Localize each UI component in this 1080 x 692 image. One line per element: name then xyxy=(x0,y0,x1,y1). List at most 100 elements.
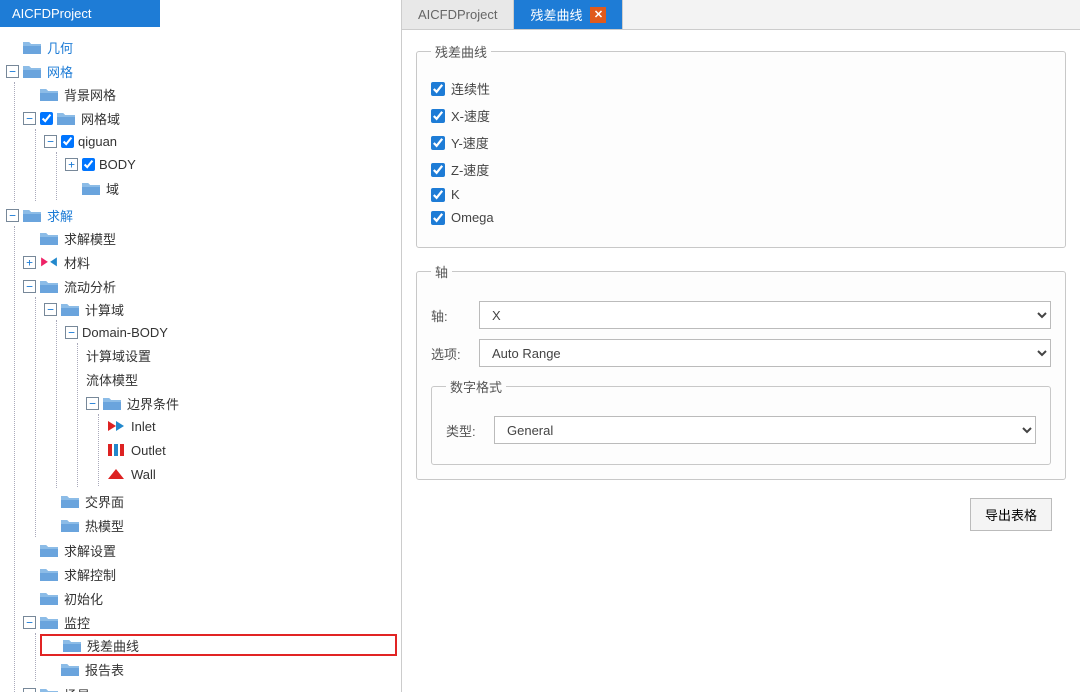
tree-node-geometry[interactable]: 几何 xyxy=(2,36,397,58)
collapse-icon[interactable]: − xyxy=(6,209,19,222)
group-legend: 残差曲线 xyxy=(431,42,491,61)
tree-node-mesh-domain[interactable]: − 网格域 xyxy=(23,107,397,129)
tree-label: 求解控制 xyxy=(64,565,116,584)
tree-node-fluid-model[interactable]: 流体模型 xyxy=(86,368,397,390)
tree-node-solve-control[interactable]: 求解控制 xyxy=(23,563,397,585)
tree-checkbox[interactable] xyxy=(40,112,53,125)
type-select[interactable]: General xyxy=(494,416,1036,444)
tree-node-residual-curve[interactable]: 残差曲线 xyxy=(40,634,397,656)
export-table-button[interactable]: 导出表格 xyxy=(970,498,1052,531)
tree-label: Wall xyxy=(131,467,156,482)
checkbox-k[interactable] xyxy=(431,188,445,202)
tree-label: Domain-BODY xyxy=(82,325,168,340)
axis-select[interactable]: X xyxy=(479,301,1051,329)
tree-node-interface[interactable]: 交界面 xyxy=(44,490,397,512)
content-panel: AICFDProject 残差曲线 ✕ 残差曲线 连续性 X-速度 Y-速度 Z… xyxy=(402,0,1080,692)
tree-label: 域 xyxy=(106,179,119,198)
tree-node-report-table[interactable]: 报告表 xyxy=(44,658,397,680)
option-select[interactable]: Auto Range xyxy=(479,339,1051,367)
tree-node-outlet[interactable]: Outlet xyxy=(107,439,397,461)
tree-node-domain-body[interactable]: − Domain-BODY xyxy=(65,321,397,343)
tree-label: 流体模型 xyxy=(86,370,138,389)
tree-node-thermal-model[interactable]: 热模型 xyxy=(44,514,397,536)
tree-label: 网格域 xyxy=(81,109,120,128)
checkbox-label: K xyxy=(451,187,460,202)
tree-node-qiguan[interactable]: − qiguan xyxy=(44,130,397,152)
tree-label: 网格 xyxy=(47,62,73,81)
collapse-icon[interactable]: − xyxy=(65,326,78,339)
folder-icon xyxy=(40,687,58,692)
tab-label: 残差曲线 xyxy=(530,5,582,24)
folder-icon xyxy=(57,111,75,125)
tree-node-inlet[interactable]: Inlet xyxy=(107,415,397,437)
checkbox-x-velocity[interactable] xyxy=(431,109,445,123)
tab-residual-curve[interactable]: 残差曲线 ✕ xyxy=(514,0,623,29)
tree-node-scene[interactable]: − 场景 xyxy=(23,683,397,692)
tree-node-solve-settings[interactable]: 求解设置 xyxy=(23,539,397,561)
tab-project[interactable]: AICFDProject xyxy=(402,0,514,29)
checkbox-y-velocity[interactable] xyxy=(431,136,445,150)
tree-node-solve-model[interactable]: 求解模型 xyxy=(23,227,397,249)
inlet-icon xyxy=(107,419,125,433)
tree-node-mesh[interactable]: − 网格 xyxy=(2,60,397,82)
project-tree: 几何 − 网格 背景网格 xyxy=(2,35,397,692)
group-residual-curves: 残差曲线 连续性 X-速度 Y-速度 Z-速度 K Omega xyxy=(416,42,1066,248)
folder-icon xyxy=(40,279,58,293)
expand-icon[interactable]: + xyxy=(23,256,36,269)
checkbox-z-velocity[interactable] xyxy=(431,163,445,177)
tree-node-monitor[interactable]: − 监控 xyxy=(23,611,397,633)
tree-checkbox[interactable] xyxy=(82,158,95,171)
axis-label: 轴: xyxy=(431,306,471,325)
folder-icon xyxy=(63,638,81,652)
tree-node-compute-settings[interactable]: 计算域设置 xyxy=(86,344,397,366)
folder-icon xyxy=(40,567,58,581)
collapse-icon[interactable]: − xyxy=(44,303,57,316)
outlet-icon xyxy=(107,443,125,457)
tree-checkbox[interactable] xyxy=(61,135,74,148)
collapse-icon[interactable]: − xyxy=(23,688,36,692)
tree-node-flow-analysis[interactable]: − 流动分析 xyxy=(23,275,397,297)
folder-icon xyxy=(40,591,58,605)
checkbox-label: 连续性 xyxy=(451,79,490,98)
tree-node-solve[interactable]: − 求解 xyxy=(2,204,397,226)
folder-icon xyxy=(23,208,41,222)
tree-node-boundary-conditions[interactable]: − 边界条件 xyxy=(86,392,397,414)
tree-node-initialize[interactable]: 初始化 xyxy=(23,587,397,609)
checkbox-label: Y-速度 xyxy=(451,133,489,152)
collapse-icon[interactable]: − xyxy=(23,112,36,125)
checkbox-omega[interactable] xyxy=(431,211,445,225)
tree-label: 热模型 xyxy=(85,516,124,535)
tree-node-wall[interactable]: Wall xyxy=(107,463,397,485)
tree-label: 残差曲线 xyxy=(87,636,139,655)
close-icon[interactable]: ✕ xyxy=(590,7,606,23)
checkbox-label: X-速度 xyxy=(451,106,490,125)
tree-node-compute-domain[interactable]: − 计算域 xyxy=(44,298,397,320)
tree-panel: AICFDProject 几何 − 网格 xyxy=(0,0,402,692)
tree-tab-active[interactable]: AICFDProject xyxy=(0,0,160,27)
checkbox-label: Omega xyxy=(451,210,494,225)
tree-label: BODY xyxy=(99,157,136,172)
collapse-icon[interactable]: − xyxy=(23,280,36,293)
tree-node-body[interactable]: + BODY xyxy=(65,153,397,175)
expand-icon[interactable]: + xyxy=(65,158,78,171)
tree-node-domain[interactable]: 域 xyxy=(65,177,397,199)
tree-node-material[interactable]: + 材料 xyxy=(23,251,397,273)
folder-icon xyxy=(40,231,58,245)
tab-bar: AICFDProject 残差曲线 ✕ xyxy=(402,0,1080,30)
tree-label: 求解设置 xyxy=(64,541,116,560)
folder-icon xyxy=(82,181,100,195)
collapse-icon[interactable]: − xyxy=(23,616,36,629)
tree-label: 交界面 xyxy=(85,492,124,511)
folder-icon xyxy=(61,662,79,676)
group-number-format: 数字格式 类型: General xyxy=(431,377,1051,465)
collapse-icon[interactable]: − xyxy=(44,135,57,148)
tree-label: 报告表 xyxy=(85,660,124,679)
tree-label: 几何 xyxy=(47,38,73,57)
collapse-icon[interactable]: − xyxy=(6,65,19,78)
collapse-icon[interactable]: − xyxy=(86,397,99,410)
tree-label: 背景网格 xyxy=(64,85,116,104)
group-legend: 数字格式 xyxy=(446,377,506,396)
tree-node-background-mesh[interactable]: 背景网格 xyxy=(23,83,397,105)
checkbox-continuity[interactable] xyxy=(431,82,445,96)
option-label: 选项: xyxy=(431,344,471,363)
